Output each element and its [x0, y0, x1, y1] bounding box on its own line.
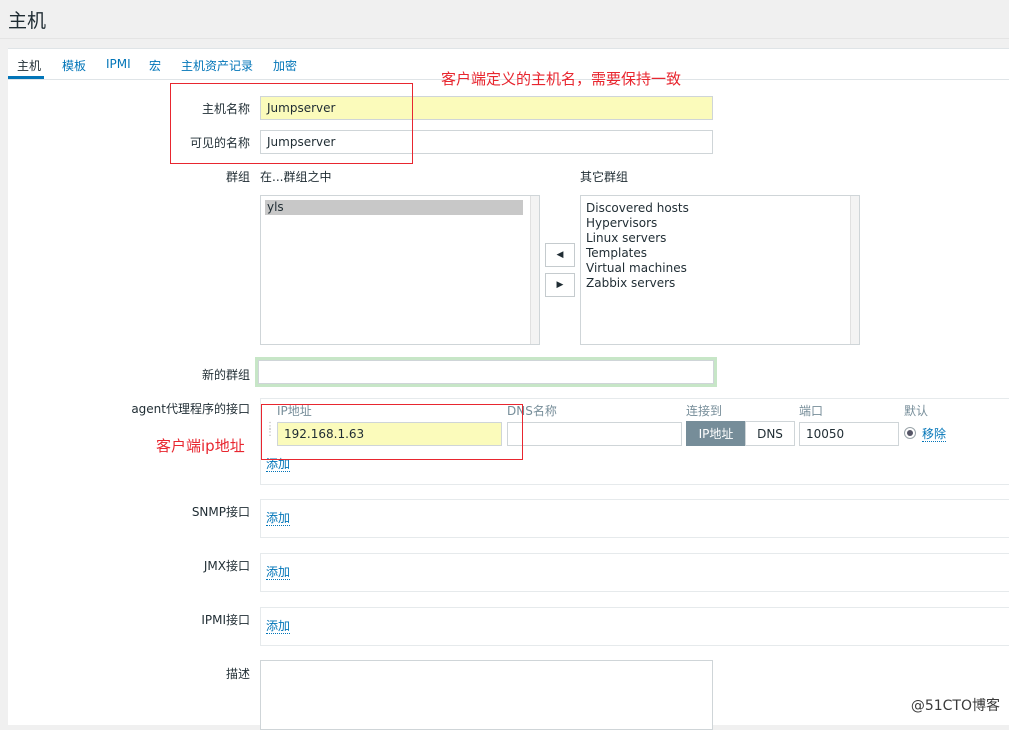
arrow-left-icon: ◀ [556, 250, 564, 260]
tab-ipmi[interactable]: IPMI [106, 57, 131, 71]
port-column-header: 端口 [799, 404, 824, 418]
default-column-header: 默认 [904, 404, 929, 418]
add-jmx-interface-link[interactable]: 添加 [266, 565, 291, 580]
default-interface-radio[interactable] [904, 427, 916, 439]
groups-label: 群组 [225, 170, 250, 184]
list-item[interactable]: Zabbix servers [581, 276, 859, 291]
move-left-button[interactable]: ◀ [545, 243, 575, 267]
watermark: @51CTO博客 [910, 698, 1000, 714]
list-item[interactable]: Virtual machines [581, 261, 859, 276]
tab-encryption[interactable]: 加密 [273, 57, 297, 74]
in-groups-header: 在...群组之中 [260, 170, 332, 184]
page-title: 主机 [8, 10, 47, 32]
list-item[interactable]: Hypervisors [581, 216, 859, 231]
description-label: 描述 [225, 667, 250, 681]
dns-name-input[interactable] [507, 422, 682, 446]
jmx-interfaces-label: JMX接口 [203, 559, 250, 573]
connect-ip-button[interactable]: IP地址 [686, 421, 746, 446]
ipmi-interfaces-label: IPMI接口 [201, 613, 250, 627]
new-group-input[interactable] [258, 360, 714, 384]
tab-inventory[interactable]: 主机资产记录 [181, 57, 253, 74]
description-textarea[interactable] [260, 660, 713, 730]
list-item[interactable]: yls [265, 200, 523, 215]
other-groups-scrollbar[interactable] [850, 196, 859, 344]
ipmi-interfaces-box [260, 607, 1009, 646]
in-groups-list[interactable]: yls [260, 195, 540, 345]
agent-interfaces-label: agent代理程序的接口 [131, 402, 250, 416]
ip-annotation: 客户端ip地址 [156, 437, 245, 455]
new-group-label: 新的群组 [201, 368, 250, 382]
list-item[interactable]: Templates [581, 246, 859, 261]
connect-dns-button[interactable]: DNS [745, 421, 795, 446]
list-item[interactable]: Linux servers [581, 231, 859, 246]
connect-column-header: 连接到 [686, 404, 723, 418]
jmx-interfaces-box [260, 553, 1009, 592]
list-item[interactable]: Discovered hosts [581, 201, 859, 216]
other-groups-list[interactable]: Discovered hosts Hypervisors Linux serve… [580, 195, 860, 345]
host-name-annotation: 客户端定义的主机名，需要保持一致 [441, 70, 682, 88]
remove-interface-link[interactable]: 移除 [922, 427, 947, 442]
host-name-highlight-box [170, 83, 413, 164]
other-groups-header: 其它群组 [580, 170, 629, 184]
port-input[interactable]: 10050 [799, 422, 899, 446]
ip-highlight-box [261, 404, 523, 460]
move-right-button[interactable]: ▶ [545, 273, 575, 297]
tab-host[interactable]: 主机 [17, 57, 41, 74]
tab-templates[interactable]: 模板 [62, 57, 86, 74]
snmp-interfaces-label: SNMP接口 [191, 505, 250, 519]
add-snmp-interface-link[interactable]: 添加 [266, 511, 291, 526]
in-groups-scrollbar[interactable] [530, 196, 539, 344]
arrow-right-icon: ▶ [556, 280, 564, 290]
header-divider [0, 38, 1009, 39]
tab-macros[interactable]: 宏 [149, 57, 161, 74]
snmp-interfaces-box [260, 499, 1009, 538]
new-group-focus-ring [255, 357, 717, 387]
add-ipmi-interface-link[interactable]: 添加 [266, 619, 291, 634]
